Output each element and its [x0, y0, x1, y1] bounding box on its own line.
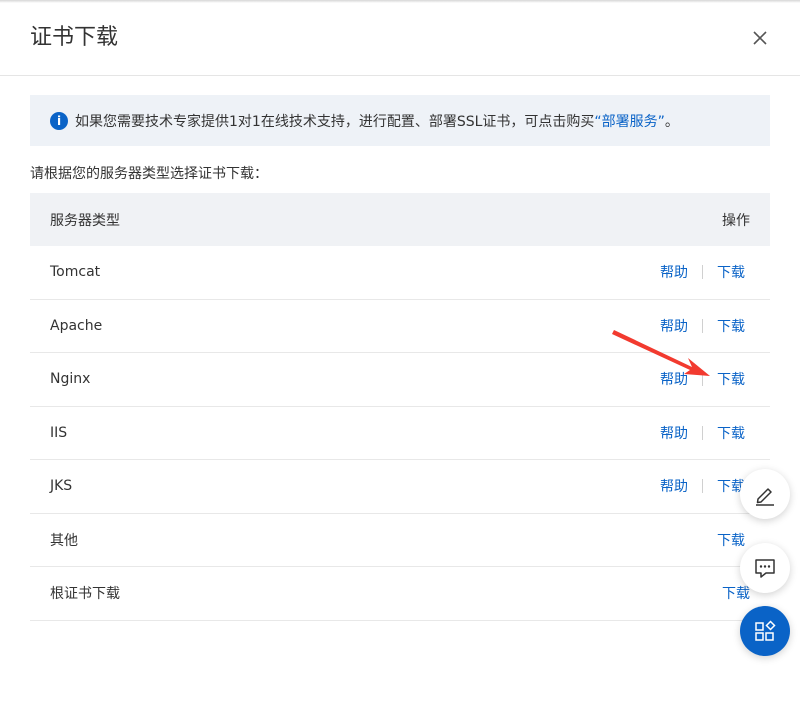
- download-link[interactable]: 下载: [717, 530, 745, 550]
- divider: [702, 479, 703, 494]
- edit-icon: [756, 488, 774, 506]
- row-actions: 帮助 下载: [660, 369, 750, 389]
- server-name: Tomcat: [50, 264, 101, 281]
- apps-button[interactable]: [740, 606, 790, 656]
- table-row-tomcat: Tomcat 帮助 下载: [30, 246, 770, 300]
- row-actions: 帮助 下载: [660, 423, 750, 443]
- server-name: Apache: [50, 317, 103, 334]
- server-name: JKS: [50, 478, 73, 495]
- table-header: 服务器类型 操作: [30, 193, 770, 246]
- section-label: 请根据您的服务器类型选择证书下载：: [30, 166, 268, 182]
- deploy-service-link[interactable]: “部署服务”: [594, 114, 665, 130]
- help-link[interactable]: 帮助: [660, 476, 688, 496]
- notice-text: 如果您需要技术专家提供1对1在线技术支持，进行配置、部署SSL证书，可点击购买“…: [75, 111, 679, 131]
- apps-icon: [755, 620, 776, 641]
- table-row-jks: JKS 帮助 下载: [30, 460, 770, 514]
- dialog-header: 证书下载: [0, 0, 800, 76]
- table-row-nginx: Nginx 帮助 下载: [30, 353, 770, 407]
- header-server-type: 服务器类型: [50, 212, 120, 229]
- chat-icon: [755, 559, 775, 578]
- close-button[interactable]: [746, 24, 774, 52]
- dialog-title: 证书下载: [30, 25, 119, 50]
- download-link[interactable]: 下载: [717, 262, 745, 282]
- row-actions: 下载: [717, 530, 750, 550]
- server-name: 根证书下载: [50, 586, 120, 603]
- row-actions: 帮助 下载: [660, 476, 750, 496]
- download-link[interactable]: 下载: [717, 369, 745, 389]
- chat-button[interactable]: [740, 543, 790, 593]
- table-row-other: 其他 下载: [30, 514, 770, 567]
- server-name: IIS: [50, 424, 68, 441]
- help-link[interactable]: 帮助: [660, 423, 688, 443]
- info-icon: i: [50, 111, 68, 130]
- server-name: 其他: [50, 532, 78, 549]
- divider: [702, 425, 703, 440]
- row-actions: 下载: [722, 583, 750, 603]
- notice-text-before: 如果您需要技术专家提供1对1在线技术支持，进行配置、部署SSL证书，可点击购买: [75, 113, 595, 130]
- table-row-iis: IIS 帮助 下载: [30, 407, 770, 460]
- divider: [702, 318, 703, 333]
- help-link[interactable]: 帮助: [660, 262, 688, 282]
- divider: [702, 372, 703, 387]
- edit-button[interactable]: [740, 469, 790, 519]
- download-link[interactable]: 下载: [717, 423, 745, 443]
- row-actions: 帮助 下载: [660, 316, 750, 336]
- divider: [702, 265, 703, 280]
- download-link[interactable]: 下载: [722, 583, 750, 603]
- header-action: 操作: [722, 212, 750, 229]
- download-link[interactable]: 下载: [717, 316, 745, 336]
- certificate-table: 服务器类型 操作 Tomcat 帮助 下载 Apache 帮助 下载 Nginx…: [30, 193, 770, 621]
- notice-bar: i 如果您需要技术专家提供1对1在线技术支持，进行配置、部署SSL证书，可点击购…: [30, 95, 770, 146]
- notice-text-after: 。: [664, 113, 679, 130]
- close-icon: [753, 31, 767, 45]
- help-link[interactable]: 帮助: [660, 316, 688, 336]
- server-name: Nginx: [50, 371, 91, 388]
- row-actions: 帮助 下载: [660, 262, 750, 282]
- table-row-apache: Apache 帮助 下载: [30, 300, 770, 353]
- help-link[interactable]: 帮助: [660, 369, 688, 389]
- table-row-root-cert: 根证书下载 下载: [30, 567, 770, 621]
